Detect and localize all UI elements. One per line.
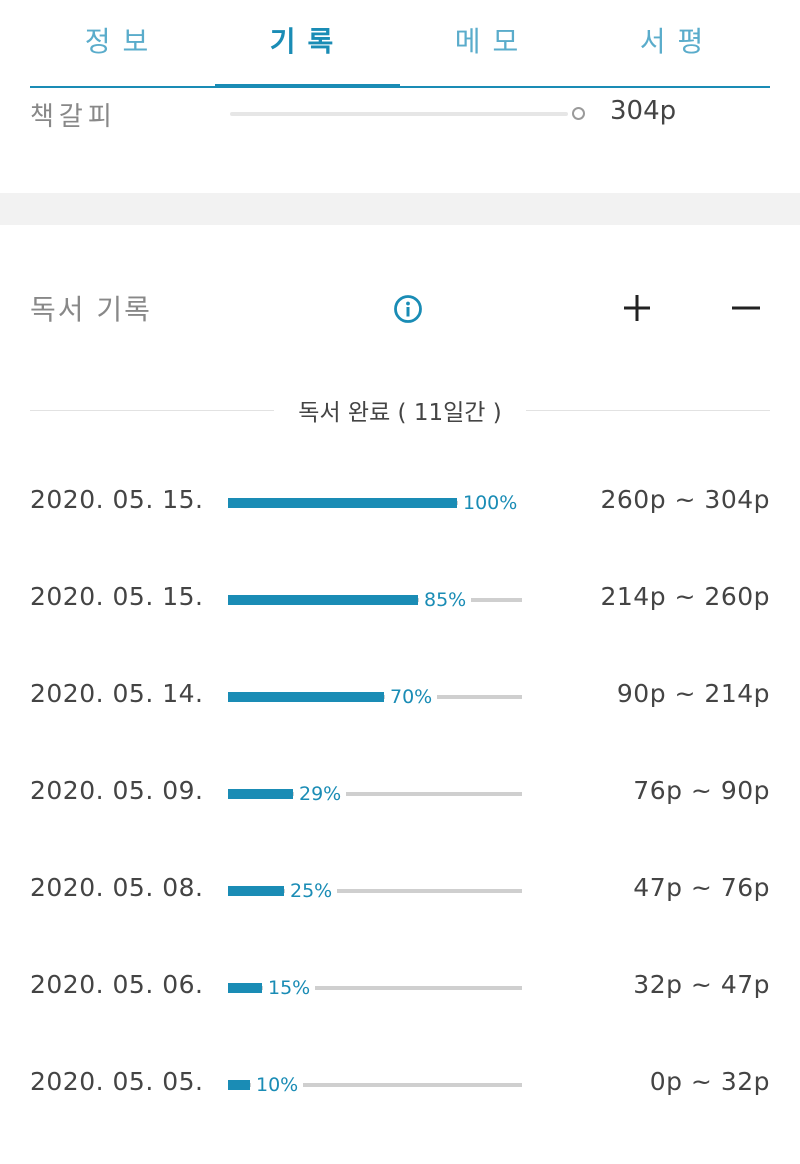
progress-bar: 10%: [228, 1067, 522, 1103]
add-record-button[interactable]: [615, 286, 659, 330]
bookmark-slider-track[interactable]: [230, 112, 568, 116]
reading-record-header: 독서 기록: [30, 280, 770, 340]
progress-bar: 15%: [228, 970, 522, 1006]
tab-info[interactable]: 정보: [30, 0, 215, 86]
progress-percent: 15%: [263, 976, 316, 1000]
page-range: 260p ~ 304p: [600, 485, 770, 514]
info-icon[interactable]: [393, 294, 423, 324]
progress-bar: 70%: [228, 679, 522, 715]
bookmark-label: 책갈피: [30, 102, 117, 132]
section-divider: [0, 193, 800, 225]
log-date: 2020. 05. 05.: [30, 1067, 204, 1096]
progress-bar: 85%: [228, 582, 522, 618]
bookmark-page: 304p: [610, 96, 677, 126]
tab-review[interactable]: 서평: [585, 0, 770, 86]
log-date: 2020. 05. 15.: [30, 582, 204, 611]
progress-percent: 100%: [458, 491, 523, 515]
progress-bar: 25%: [228, 873, 522, 909]
summary-line-left: [30, 409, 275, 411]
log-row[interactable]: 2020. 05. 15. 85% 214p ~ 260p: [30, 552, 770, 649]
log-row[interactable]: 2020. 05. 15. 100% 260p ~ 304p: [30, 455, 770, 552]
page-range: 90p ~ 214p: [616, 679, 770, 708]
summary-text: 독서 완료 ( 11일간 ): [298, 400, 502, 426]
progress-fill: [228, 1080, 250, 1090]
progress-percent: 70%: [385, 685, 438, 709]
log-row[interactable]: 2020. 05. 06. 15% 32p ~ 47p: [30, 940, 770, 1037]
log-row[interactable]: 2020. 05. 05. 10% 0p ~ 32p: [30, 1037, 770, 1134]
log-date: 2020. 05. 14.: [30, 679, 204, 708]
tab-record[interactable]: 기록: [215, 0, 400, 88]
section-title: 독서 기록: [30, 293, 152, 326]
page-range: 76p ~ 90p: [633, 776, 770, 805]
log-row[interactable]: 2020. 05. 14. 70% 90p ~ 214p: [30, 649, 770, 746]
minus-icon: [732, 306, 760, 310]
progress-percent: 85%: [419, 588, 472, 612]
progress-percent: 29%: [294, 782, 347, 806]
log-row[interactable]: 2020. 05. 09. 29% 76p ~ 90p: [30, 746, 770, 843]
progress-fill: [228, 789, 293, 799]
remove-record-button[interactable]: [724, 286, 768, 330]
page-range: 32p ~ 47p: [633, 970, 770, 999]
progress-percent: 10%: [251, 1073, 304, 1097]
log-date: 2020. 05. 09.: [30, 776, 204, 805]
summary-line-right: [525, 409, 771, 411]
page-range: 214p ~ 260p: [600, 582, 770, 611]
progress-fill: [228, 692, 384, 702]
tab-bar: 정보 기록 메모 서평: [30, 0, 770, 88]
progress-bar: 100%: [228, 485, 523, 521]
progress-bar: 29%: [228, 776, 522, 812]
progress-fill: [228, 983, 262, 993]
progress-fill: [228, 595, 418, 605]
log-date: 2020. 05. 15.: [30, 485, 204, 514]
log-row[interactable]: 2020. 05. 08. 25% 47p ~ 76p: [30, 843, 770, 940]
tab-memo[interactable]: 메모: [400, 0, 585, 86]
progress-percent: 25%: [285, 879, 338, 903]
progress-fill: [228, 498, 457, 508]
log-date: 2020. 05. 06.: [30, 970, 204, 999]
reading-log-list: 2020. 05. 15. 100% 260p ~ 304p 2020. 05. 15…: [30, 455, 770, 1134]
reading-complete-summary: 독서 완료 ( 11일간 ): [30, 390, 771, 430]
page-range: 47p ~ 76p: [633, 873, 770, 902]
bookmark-slider-handle[interactable]: [572, 107, 585, 120]
plus-icon: [624, 295, 650, 321]
progress-fill: [228, 886, 284, 896]
bookmark-row: 책갈피 304p: [30, 92, 770, 136]
log-date: 2020. 05. 08.: [30, 873, 204, 902]
page-range: 0p ~ 32p: [649, 1067, 770, 1096]
